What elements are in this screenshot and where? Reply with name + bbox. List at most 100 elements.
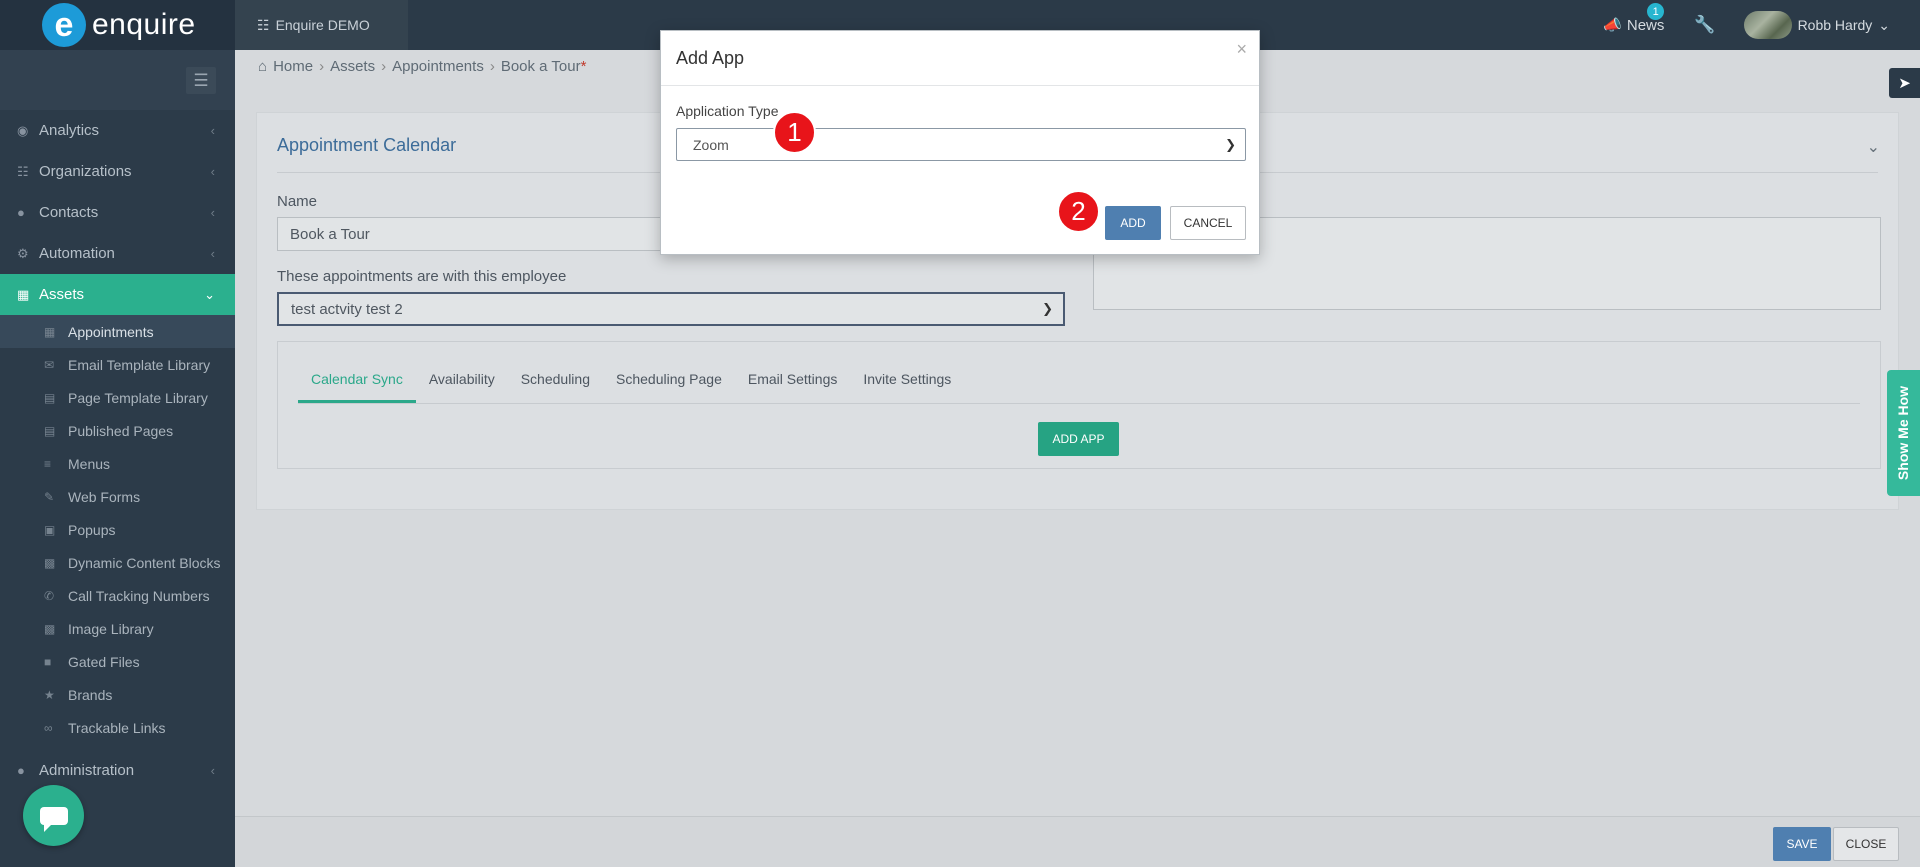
modal-add-button[interactable]: ADD [1105, 206, 1161, 240]
tab-invite-settings[interactable]: Invite Settings [850, 371, 964, 403]
image-icon: ▩ [44, 621, 56, 636]
users-icon: ● [17, 205, 25, 220]
image-block-icon: ▩ [44, 555, 56, 570]
chevron-left-icon: ‹ [210, 205, 215, 220]
modal-header: Add App × [661, 31, 1259, 86]
sidebar-item-label: Organizations [39, 163, 132, 180]
published-page-icon: ▤ [44, 423, 56, 438]
chevron-down-icon: ❯ [1042, 301, 1053, 316]
footer-bar: SAVE CLOSE [235, 816, 1920, 867]
list-icon: ≡ [44, 456, 52, 471]
tab-bar: Calendar Sync Availability Scheduling Sc… [298, 342, 1860, 404]
required-mark: * [580, 58, 587, 75]
breadcrumb-separator: › [319, 58, 325, 75]
sidebar-subitem-call-tracking-numbers[interactable]: ✆ Call Tracking Numbers [0, 579, 235, 612]
subitem-label: Image Library [68, 620, 154, 637]
sidebar-item-administration[interactable]: ● Administration ‹ [0, 750, 235, 791]
sidebar-subitem-web-forms[interactable]: ✎ Web Forms [0, 480, 235, 513]
close-icon[interactable]: × [1236, 39, 1247, 60]
user-name: Robb Hardy [1797, 17, 1873, 33]
avatar [1743, 11, 1792, 39]
logo-mark: e [42, 3, 86, 47]
sidebar-item-contacts[interactable]: ● Contacts ‹ [0, 192, 235, 233]
sidebar-subitem-brands[interactable]: ★ Brands [0, 678, 235, 711]
chat-widget-button[interactable] [23, 785, 84, 846]
name-value: Book a Tour [290, 225, 370, 243]
card-title: Appointment Calendar [277, 135, 457, 155]
save-button[interactable]: SAVE [1773, 827, 1831, 861]
employee-select[interactable]: test actvity test 2 ❯ [277, 292, 1065, 326]
chat-icon [39, 806, 68, 832]
subitem-label: Appointments [68, 323, 154, 340]
sitemap-icon: ☷ [17, 163, 29, 179]
news-button[interactable]: 📣 News 1 [1603, 3, 1664, 34]
chevron-left-icon: ‹ [210, 164, 215, 179]
tab-scheduling[interactable]: Scheduling [508, 371, 603, 403]
assets-submenu: ▦ Appointments ✉ Email Template Library ▤ P… [0, 315, 235, 744]
sidebar-subitem-appointments[interactable]: ▦ Appointments [0, 315, 235, 348]
sidebar-item-label: Automation [39, 245, 115, 262]
sidebar-subitem-email-template-library[interactable]: ✉ Email Template Library [0, 348, 235, 381]
edit-form-icon: ✎ [44, 489, 55, 504]
show-me-how-label: Show Me How [1895, 385, 1912, 481]
subitem-label: Trackable Links [68, 719, 166, 736]
chevron-down-icon[interactable]: ⌄ [1867, 137, 1880, 157]
tab-calendar-sync[interactable]: Calendar Sync [298, 371, 416, 403]
home-icon: ⌂ [258, 58, 268, 75]
link-icon: ∞ [44, 720, 53, 735]
subitem-label: Popups [68, 521, 116, 538]
add-app-button[interactable]: ADD APP [1038, 422, 1119, 456]
breadcrumb-separator: › [489, 58, 495, 75]
sidebar-item-analytics[interactable]: ◉ Analytics ‹ [0, 110, 235, 151]
subitem-label: Gated Files [68, 653, 140, 670]
envelope-icon: ✉ [44, 357, 55, 372]
menu-toggle-icon[interactable]: ☰ [186, 67, 216, 94]
sidebar-item-label: Contacts [39, 204, 99, 221]
sidebar-item-assets[interactable]: ▦ Assets ⌄ [0, 274, 235, 315]
application-type-select[interactable]: Zoom ❯ [676, 128, 1246, 161]
chevron-left-icon: ‹ [210, 246, 215, 261]
show-me-how-tab[interactable]: Show Me How [1887, 370, 1920, 496]
close-button[interactable]: CLOSE [1833, 827, 1899, 861]
user-menu[interactable]: Robb Hardy ⌄ [1743, 11, 1890, 39]
breadcrumb-current: Book a Tour* [501, 58, 587, 75]
sidebar-subitem-trackable-links[interactable]: ∞ Trackable Links [0, 711, 235, 744]
grid-icon: ▦ [17, 286, 30, 302]
subitem-label: Web Forms [68, 488, 141, 505]
employee-value: test actvity test 2 [291, 300, 403, 318]
wrench-icon[interactable]: 🔧 [1694, 15, 1715, 35]
sidebar-subitem-popups[interactable]: ▣ Popups [0, 513, 235, 546]
sidebar-subitem-dynamic-content-blocks[interactable]: ▩ Dynamic Content Blocks [0, 546, 235, 579]
lock-icon: ● [17, 763, 25, 778]
breadcrumb-assets[interactable]: Assets [330, 58, 375, 75]
breadcrumb-separator: › [381, 58, 387, 75]
sidebar-subitem-published-pages[interactable]: ▤ Published Pages [0, 414, 235, 447]
chevron-down-icon: ⌄ [1878, 16, 1890, 33]
sidebar-item-organizations[interactable]: ☷ Organizations ‹ [0, 151, 235, 192]
sidebar-subitem-menus[interactable]: ≡ Menus [0, 447, 235, 480]
chevron-down-icon: ⌄ [204, 286, 215, 302]
sidebar-item-automation[interactable]: ⚙ Automation ‹ [0, 233, 235, 274]
tab-availability[interactable]: Availability [416, 371, 508, 403]
breadcrumb-home[interactable]: Home [273, 58, 313, 75]
tab-scheduling-page[interactable]: Scheduling Page [603, 371, 735, 403]
page-template-icon: ▤ [44, 390, 56, 405]
sidebar-item-label: Administration [39, 762, 135, 779]
app-logo[interactable]: e enquire [0, 0, 235, 50]
star-icon: ★ [44, 687, 55, 702]
sidebar-subitem-page-template-library[interactable]: ▤ Page Template Library [0, 381, 235, 414]
modal-title: Add App [676, 48, 745, 68]
breadcrumb-appointments[interactable]: Appointments [392, 58, 484, 75]
calendar-icon: ▦ [44, 324, 56, 339]
panel-toggle-icon[interactable]: ➤ [1889, 68, 1920, 98]
file-icon: ■ [44, 654, 52, 669]
analytics-icon: ◉ [17, 122, 29, 138]
application-type-label: Application Type [676, 103, 779, 119]
subitem-label: Email Template Library [68, 356, 211, 373]
popup-icon: ▣ [44, 522, 56, 537]
account-switcher[interactable]: ☷ Enquire DEMO [235, 0, 408, 50]
sidebar-subitem-gated-files[interactable]: ■ Gated Files [0, 645, 235, 678]
sidebar-subitem-image-library[interactable]: ▩ Image Library [0, 612, 235, 645]
modal-cancel-button[interactable]: CANCEL [1170, 206, 1246, 240]
tab-email-settings[interactable]: Email Settings [735, 371, 850, 403]
